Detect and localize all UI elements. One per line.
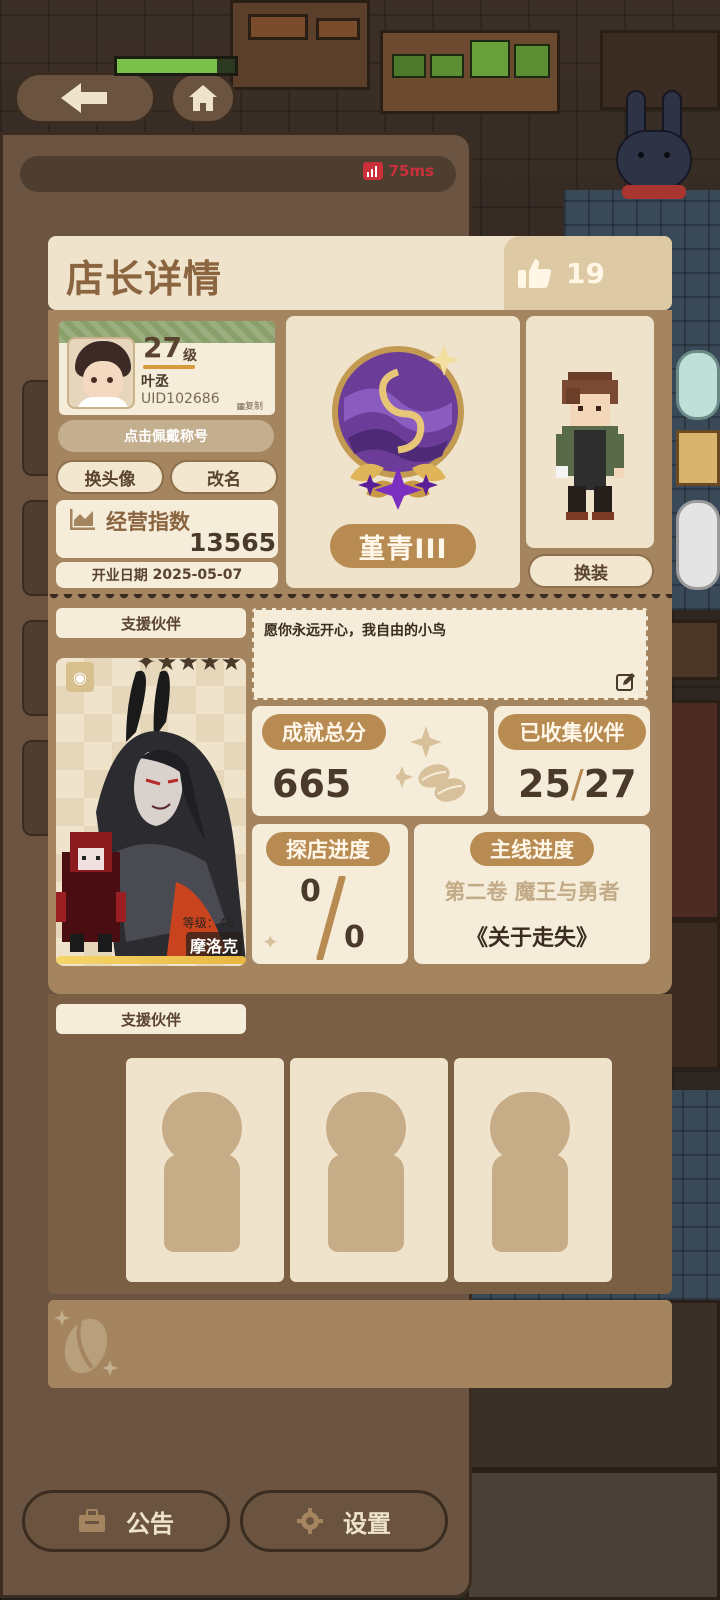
thumbs-up-icon bbox=[518, 259, 552, 288]
mainline-label: 主线进度 bbox=[470, 832, 594, 866]
change-avatar-button[interactable]: 换头像 bbox=[56, 460, 164, 494]
motto-box[interactable]: 愿你永远开心，我自由的小鸟 bbox=[252, 608, 648, 700]
partner-exp-bar bbox=[56, 956, 246, 964]
character-preview bbox=[526, 316, 654, 548]
id-card: 27 级 叶丞 UID102686 ▦复制 bbox=[56, 318, 278, 418]
notice-label: 公告 bbox=[126, 1509, 174, 1538]
achievement-box: 成就总分 665 bbox=[252, 706, 488, 816]
mainline-chapter: 《关于走失》 bbox=[465, 926, 598, 951]
rabbit-plush bbox=[612, 90, 696, 220]
home-icon bbox=[189, 85, 217, 111]
ping-value: 75ms bbox=[388, 162, 434, 180]
sparkle-icon: ✦ bbox=[262, 930, 279, 954]
mainline-volume: 第二卷 魔王与勇者 bbox=[444, 880, 620, 904]
outfit-button[interactable]: 换装 bbox=[528, 554, 654, 588]
support-slot-2[interactable] bbox=[290, 1058, 448, 1282]
collected-label: 已收集伙伴 bbox=[498, 714, 646, 750]
shopkeeper-sprite bbox=[556, 372, 624, 520]
explore-progress-box: 探店进度 0 0 ✦ bbox=[252, 824, 408, 964]
edit-icon[interactable] bbox=[616, 672, 636, 692]
rank-badge-box: 堇青III bbox=[286, 316, 520, 588]
business-index-value: 13565 bbox=[189, 528, 276, 557]
player-level: 27 bbox=[143, 331, 182, 364]
profile-section: 27 级 叶丞 UID102686 ▦复制 点击佩戴称号 换头像 改名 经营指数… bbox=[48, 310, 672, 606]
achievement-label: 成就总分 bbox=[262, 714, 386, 750]
player-uid: UID102686 bbox=[141, 391, 220, 407]
explore-label: 探店进度 bbox=[266, 832, 390, 866]
rename-button[interactable]: 改名 bbox=[170, 460, 278, 494]
achievement-value: 665 bbox=[272, 762, 352, 806]
home-button[interactable] bbox=[170, 72, 236, 124]
collected-count: 25/27 bbox=[518, 762, 637, 806]
ping-indicator: 75ms bbox=[362, 162, 434, 180]
avatar bbox=[67, 337, 135, 409]
like-button[interactable]: 19 bbox=[504, 236, 672, 310]
copy-icon: ▦ bbox=[236, 402, 245, 412]
coffee-bean-icon bbox=[54, 1310, 118, 1376]
wear-title-button[interactable]: 点击佩戴称号 bbox=[58, 420, 274, 452]
collected-partners-box: 已收集伙伴 25/27 bbox=[494, 706, 650, 816]
network-bar: 75ms bbox=[20, 156, 456, 192]
gear-icon bbox=[297, 1508, 323, 1534]
signal-icon bbox=[362, 162, 383, 180]
chart-icon bbox=[70, 509, 95, 530]
partner-level: 等级：48 bbox=[182, 916, 234, 930]
support-partner-label: 支援伙伴 bbox=[56, 608, 246, 638]
business-index-box: 经营指数 13565 bbox=[56, 500, 278, 558]
motto-text: 愿你永远开心，我自由的小鸟 bbox=[264, 623, 446, 639]
copy-uid-button[interactable]: ▦复制 bbox=[236, 399, 263, 412]
back-button[interactable] bbox=[14, 72, 156, 124]
support-slot-3[interactable] bbox=[454, 1058, 612, 1282]
energy-bar bbox=[114, 56, 238, 76]
level-unit: 级 bbox=[183, 348, 197, 364]
partner-card[interactable]: ◉ ✦★★★★ 等级：48 摩洛克 bbox=[56, 658, 246, 966]
settings-label: 设置 bbox=[343, 1509, 391, 1538]
coffee-bean-icon bbox=[396, 726, 466, 802]
back-arrow-icon bbox=[61, 83, 107, 113]
support-slot-1[interactable] bbox=[126, 1058, 284, 1282]
explore-total: 0 bbox=[344, 920, 365, 955]
open-date: 开业日期 2025-05-07 bbox=[56, 562, 278, 588]
level-underline bbox=[143, 365, 195, 369]
rank-label: 堇青III bbox=[330, 524, 476, 568]
partner-name: 摩洛克 bbox=[185, 932, 242, 958]
support-slots-section: 支援伙伴 bbox=[48, 994, 672, 1294]
manager-detail-card: 店长详情 19 27 级 叶丞 UID102686 ▦复制 点击佩戴称号 换头像… bbox=[48, 236, 672, 1406]
like-count: 19 bbox=[566, 256, 605, 290]
footer-panel bbox=[48, 1300, 672, 1388]
notice-button[interactable]: 公告 bbox=[22, 1490, 230, 1552]
open-date-label: 开业日期 bbox=[91, 568, 148, 584]
slash-divider bbox=[316, 876, 346, 960]
business-index-label: 经营指数 bbox=[106, 510, 190, 534]
settings-button[interactable]: 设置 bbox=[240, 1490, 448, 1552]
mainline-progress-box: 主线进度 第二卷 魔王与勇者 《关于走失》 bbox=[414, 824, 650, 964]
open-date-value: 2025-05-07 bbox=[152, 567, 243, 583]
rank-emblem-icon bbox=[332, 344, 464, 510]
support-slots-label: 支援伙伴 bbox=[56, 1004, 246, 1034]
partner-stats-section: 支援伙伴 ◉ ✦★★★★ 等级：48 摩洛克 愿你永远开心，我自由的小鸟 成就总… bbox=[48, 600, 672, 994]
briefcase-icon bbox=[79, 1509, 105, 1532]
player-name: 叶丞 bbox=[141, 374, 169, 390]
page-title: 店长详情 bbox=[66, 257, 223, 301]
header: 店长详情 19 bbox=[48, 236, 672, 310]
